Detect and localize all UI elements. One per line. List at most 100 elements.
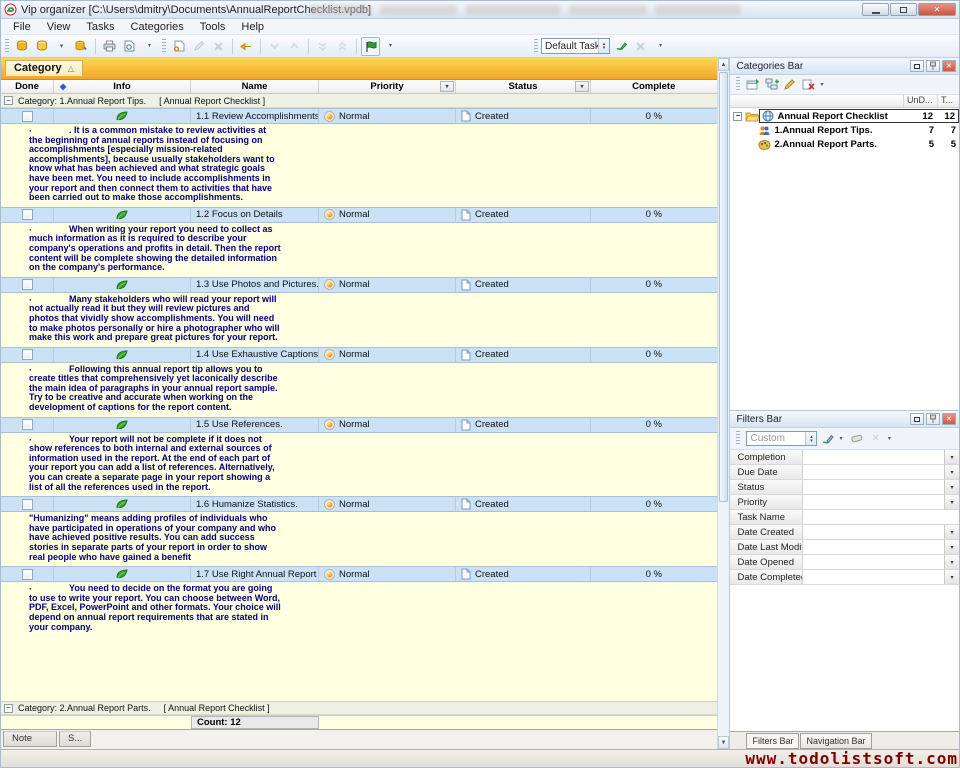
task-status-cell[interactable]: Created [456, 208, 591, 222]
filter-value-field[interactable] [803, 480, 944, 494]
done-checkbox[interactable] [22, 279, 33, 290]
menu-categories[interactable]: Categories [123, 19, 192, 35]
tab-note[interactable]: Note [3, 731, 57, 747]
task-priority-cell[interactable]: Normal [319, 567, 456, 581]
edit-task-icon[interactable] [189, 37, 208, 56]
toolbar-grip[interactable] [736, 77, 740, 92]
filter-dropdown-button[interactable]: ▾ [944, 465, 959, 479]
done-checkbox[interactable] [22, 419, 33, 430]
panel-restore-button[interactable] [910, 413, 924, 425]
filter-dropdown-button[interactable]: ▾ [944, 540, 959, 554]
collapse-tree-icon[interactable]: − [733, 112, 742, 121]
apply-filter-dropdown[interactable]: ▾ [839, 436, 842, 442]
tree-item-annual-report-checklist[interactable]: − Annual Report Checklist 12 12 [730, 109, 959, 123]
menu-tasks[interactable]: Tasks [78, 19, 122, 35]
combobox-spinner[interactable]: ▴▾ [805, 432, 816, 445]
group-row-1[interactable]: − Category: 1.Annual Report Tips. [ Annu… [1, 94, 717, 108]
open-database-icon[interactable] [32, 37, 51, 56]
filter-value-field[interactable] [803, 540, 944, 554]
move-bottom-icon[interactable] [313, 37, 332, 56]
new-subcategory-icon[interactable] [765, 78, 780, 91]
move-top-icon[interactable] [333, 37, 352, 56]
task-row[interactable]: 1.5 Use References. Normal Created 0 % [1, 417, 717, 433]
column-header-done[interactable]: Done [1, 80, 54, 93]
new-database-icon[interactable] [12, 37, 31, 56]
menu-file[interactable]: File [5, 19, 39, 35]
priority-filter-dropdown[interactable]: ▾ [440, 81, 454, 92]
filters-toolbar-dropdown[interactable]: ▾ [888, 436, 891, 442]
task-status-cell[interactable]: Created [456, 567, 591, 581]
panel-close-button[interactable]: ✕ [942, 413, 956, 425]
scrollbar-thumb[interactable] [719, 72, 729, 502]
print-icon[interactable] [100, 37, 119, 56]
collapse-group-icon[interactable]: − [4, 704, 13, 713]
task-row[interactable]: 1.7 Use Right Annual Report Normal Creat… [1, 566, 717, 582]
panel-pin-button[interactable] [926, 413, 940, 425]
grid-vertical-scrollbar[interactable]: ▲ ▼ [717, 58, 730, 749]
clear-view-icon[interactable] [631, 37, 650, 56]
panel-pin-button[interactable] [926, 60, 940, 72]
filter-value-field[interactable] [803, 465, 944, 479]
done-checkbox[interactable] [22, 111, 33, 122]
filter-dropdown-button[interactable]: ▾ [944, 570, 959, 584]
new-task-icon[interactable] [169, 37, 188, 56]
tab-filters-bar[interactable]: Filters Bar [746, 733, 799, 749]
task-name-cell[interactable]: 1.1 Review Accomplishments First [191, 109, 319, 123]
column-header-priority[interactable]: Priority ▾ [319, 80, 456, 93]
task-row[interactable]: 1.4 Use Exhaustive Captions Normal Creat… [1, 347, 717, 363]
filter-value-field[interactable] [803, 525, 944, 539]
task-name-cell[interactable]: 1.6 Humanize Statistics. [191, 497, 319, 511]
go-flag-icon[interactable] [361, 37, 380, 56]
scroll-down-icon[interactable]: ▼ [718, 736, 730, 749]
tree-item-annual-report-tips[interactable]: 1.Annual Report Tips. 7 7 [730, 123, 959, 137]
delete-category-icon[interactable] [802, 78, 816, 91]
filter-value-field[interactable] [803, 510, 944, 524]
filter-dropdown-button[interactable]: ▾ [944, 450, 959, 464]
filter-dropdown-button[interactable]: ▾ [944, 480, 959, 494]
toolbar-grip-2[interactable] [162, 39, 166, 54]
task-name-cell[interactable]: 1.4 Use Exhaustive Captions [191, 348, 319, 362]
go-flag-dropdown[interactable]: ▾ [381, 37, 400, 56]
apply-view-icon[interactable] [611, 37, 630, 56]
print-preview-icon[interactable] [120, 37, 139, 56]
filter-dropdown-button[interactable]: ▾ [944, 555, 959, 569]
scroll-up-icon[interactable]: ▲ [718, 58, 730, 71]
toolbar-grip[interactable] [736, 431, 740, 446]
minimize-button[interactable] [862, 3, 889, 16]
panel-restore-button[interactable] [910, 60, 924, 72]
filter-preset-combobox[interactable]: Custom ▴▾ [746, 431, 817, 446]
tree-item-annual-report-parts[interactable]: 2.Annual Report Parts. 5 5 [730, 137, 959, 151]
apply-filter-icon[interactable] [821, 433, 835, 445]
toolbar-grip-3[interactable] [534, 39, 538, 54]
task-priority-cell[interactable]: Normal [319, 418, 456, 432]
task-name-cell[interactable]: 1.5 Use References. [191, 418, 319, 432]
combobox-spinner[interactable]: ▴▾ [598, 39, 609, 53]
task-status-cell[interactable]: Created [456, 278, 591, 292]
tab-s[interactable]: S... [59, 731, 91, 747]
complete-task-icon[interactable] [237, 37, 256, 56]
panel-close-button[interactable]: ✕ [942, 60, 956, 72]
done-checkbox[interactable] [22, 209, 33, 220]
menu-view[interactable]: View [39, 19, 79, 35]
task-status-cell[interactable]: Created [456, 497, 591, 511]
task-name-cell[interactable]: 1.3 Use Photos and Pictures. [191, 278, 319, 292]
task-priority-cell[interactable]: Normal [319, 208, 456, 222]
move-down-icon[interactable] [265, 37, 284, 56]
task-priority-cell[interactable]: Normal [319, 348, 456, 362]
tab-navigation-bar[interactable]: Navigation Bar [800, 733, 871, 749]
delete-task-icon[interactable] [209, 37, 228, 56]
move-up-icon[interactable] [285, 37, 304, 56]
filter-value-field[interactable] [803, 570, 944, 584]
edit-category-icon[interactable] [784, 78, 798, 91]
task-status-cell[interactable]: Created [456, 109, 591, 123]
group-row-2[interactable]: − Category: 2.Annual Report Parts. [ Ann… [1, 701, 717, 715]
task-priority-cell[interactable]: Normal [319, 109, 456, 123]
task-row[interactable]: 1.3 Use Photos and Pictures. Normal Crea… [1, 277, 717, 293]
delete-filter-icon[interactable]: ✕ [871, 433, 879, 444]
filter-dropdown-button[interactable]: ▾ [944, 495, 959, 509]
menu-help[interactable]: Help [233, 19, 272, 35]
task-view-combobox[interactable]: Default Task V ▴▾ [541, 38, 610, 54]
open-database-dropdown[interactable]: ▾ [52, 37, 71, 56]
task-priority-cell[interactable]: Normal [319, 497, 456, 511]
save-database-icon[interactable] [72, 37, 91, 56]
